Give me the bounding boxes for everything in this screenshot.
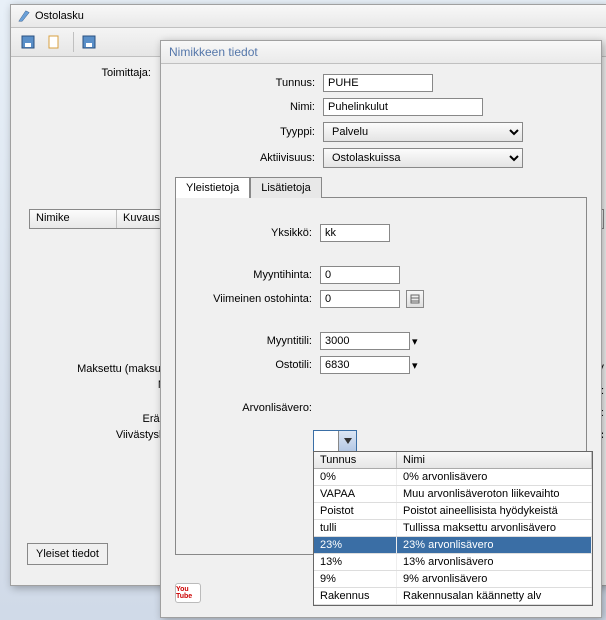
dd-cell-tunnus: 0%: [314, 469, 397, 485]
dropdown-header: Tunnus Nimi: [314, 452, 592, 469]
dd-cell-nimi: 23% arvonlisävero: [397, 537, 592, 553]
dd-cell-nimi: Tullissa maksettu arvonlisävero: [397, 520, 592, 536]
main-tabs: Yleiset tiedot: [27, 543, 108, 565]
calculator-icon[interactable]: [406, 290, 424, 308]
dd-cell-nimi: Muu arvonlisäveroton liikevaihto: [397, 486, 592, 502]
dropdown-row[interactable]: tulliTullissa maksettu arvonlisävero: [314, 520, 592, 537]
myyntitili-dropdown-icon[interactable]: ▾: [412, 335, 418, 348]
yksikko-input[interactable]: [320, 224, 390, 242]
dd-col-tunnus[interactable]: Tunnus: [314, 452, 397, 468]
dialog-tabs: YleistietojaLisätietoja: [175, 176, 587, 198]
dd-cell-nimi: 13% arvonlisävero: [397, 554, 592, 570]
titlebar: Ostolasku: [11, 5, 606, 28]
aktiivisuus-select[interactable]: Ostolaskuissa: [323, 148, 523, 168]
combo-dropdown-button[interactable]: [338, 431, 356, 451]
viimeinen-ostohinta-label: Viimeinen ostohinta:: [186, 293, 320, 305]
app-icon: [17, 9, 31, 23]
grid-header: Nimike Kuvaus: [29, 209, 179, 229]
youtube-icon[interactable]: You Tube: [175, 583, 201, 603]
arvonlisavero-label: Arvonlisävero:: [186, 402, 320, 414]
yksikko-label: Yksikkö:: [186, 227, 320, 239]
dd-cell-tunnus: Poistot: [314, 503, 397, 519]
dd-cell-nimi: Poistot aineellisista hyödykeistä: [397, 503, 592, 519]
supplier-label: Toimittaja:: [21, 67, 157, 79]
youtube-label: You Tube: [176, 586, 200, 600]
tab-yleiset-tiedot[interactable]: Yleiset tiedot: [27, 543, 108, 565]
dd-cell-tunnus: tulli: [314, 520, 397, 536]
myyntitili-label: Myyntitili:: [186, 335, 320, 347]
dialog-title: Nimikkeen tiedot: [161, 41, 601, 64]
dropdown-row[interactable]: RakennusRakennusalan käännetty alv: [314, 588, 592, 605]
myyntihinta-label: Myyntihinta:: [186, 269, 320, 281]
tyyppi-select[interactable]: Palvelu: [323, 122, 523, 142]
new-button[interactable]: [43, 31, 65, 53]
ostotili-input[interactable]: [320, 356, 410, 374]
dd-cell-tunnus: Rakennus: [314, 588, 397, 604]
save-button[interactable]: [78, 31, 100, 53]
viimeinen-ostohinta-input[interactable]: [320, 290, 400, 308]
ostotili-label: Ostotili:: [186, 359, 320, 371]
dd-cell-tunnus: 23%: [314, 537, 397, 553]
nimi-label: Nimi:: [175, 101, 323, 113]
item-details-dialog: Nimikkeen tiedot Tunnus: Nimi: Tyyppi: P…: [160, 40, 602, 618]
arvonlisavero-dropdown: Tunnus Nimi 0%0% arvonlisäveroVAPAAMuu a…: [313, 451, 593, 606]
dd-cell-tunnus: 9%: [314, 571, 397, 587]
dropdown-row[interactable]: 0%0% arvonlisävero: [314, 469, 592, 486]
myyntihinta-input[interactable]: [320, 266, 400, 284]
dd-cell-tunnus: 13%: [314, 554, 397, 570]
aktiivisuus-label: Aktiivisuus:: [175, 152, 323, 164]
col-nimike[interactable]: Nimike: [30, 210, 117, 228]
dropdown-row[interactable]: PoistotPoistot aineellisista hyödykeistä: [314, 503, 592, 520]
tunnus-input[interactable]: [323, 74, 433, 92]
save-dropdown-button[interactable]: [17, 31, 39, 53]
dd-col-nimi[interactable]: Nimi: [397, 452, 592, 468]
tyyppi-label: Tyyppi:: [175, 126, 323, 138]
arvonlisavero-combo[interactable]: [313, 430, 357, 452]
dd-cell-nimi: 9% arvonlisävero: [397, 571, 592, 587]
dropdown-row[interactable]: VAPAAMuu arvonlisäveroton liikevaihto: [314, 486, 592, 503]
nimi-input[interactable]: [323, 98, 483, 116]
myyntitili-input[interactable]: [320, 332, 410, 350]
dropdown-row[interactable]: 9%9% arvonlisävero: [314, 571, 592, 588]
tab-yleistietoja[interactable]: Yleistietoja: [175, 177, 250, 198]
dd-cell-nimi: 0% arvonlisävero: [397, 469, 592, 485]
dropdown-row[interactable]: 23%23% arvonlisävero: [314, 537, 592, 554]
ostotili-dropdown-icon[interactable]: ▾: [412, 359, 418, 372]
window-title: Ostolasku: [35, 10, 84, 22]
dd-cell-nimi: Rakennusalan käännetty alv: [397, 588, 592, 604]
dropdown-row[interactable]: 13%13% arvonlisävero: [314, 554, 592, 571]
tunnus-label: Tunnus:: [175, 77, 323, 89]
toolbar-separator: [73, 32, 74, 52]
tab-lisatietoja[interactable]: Lisätietoja: [250, 177, 322, 198]
dd-cell-tunnus: VAPAA: [314, 486, 397, 502]
